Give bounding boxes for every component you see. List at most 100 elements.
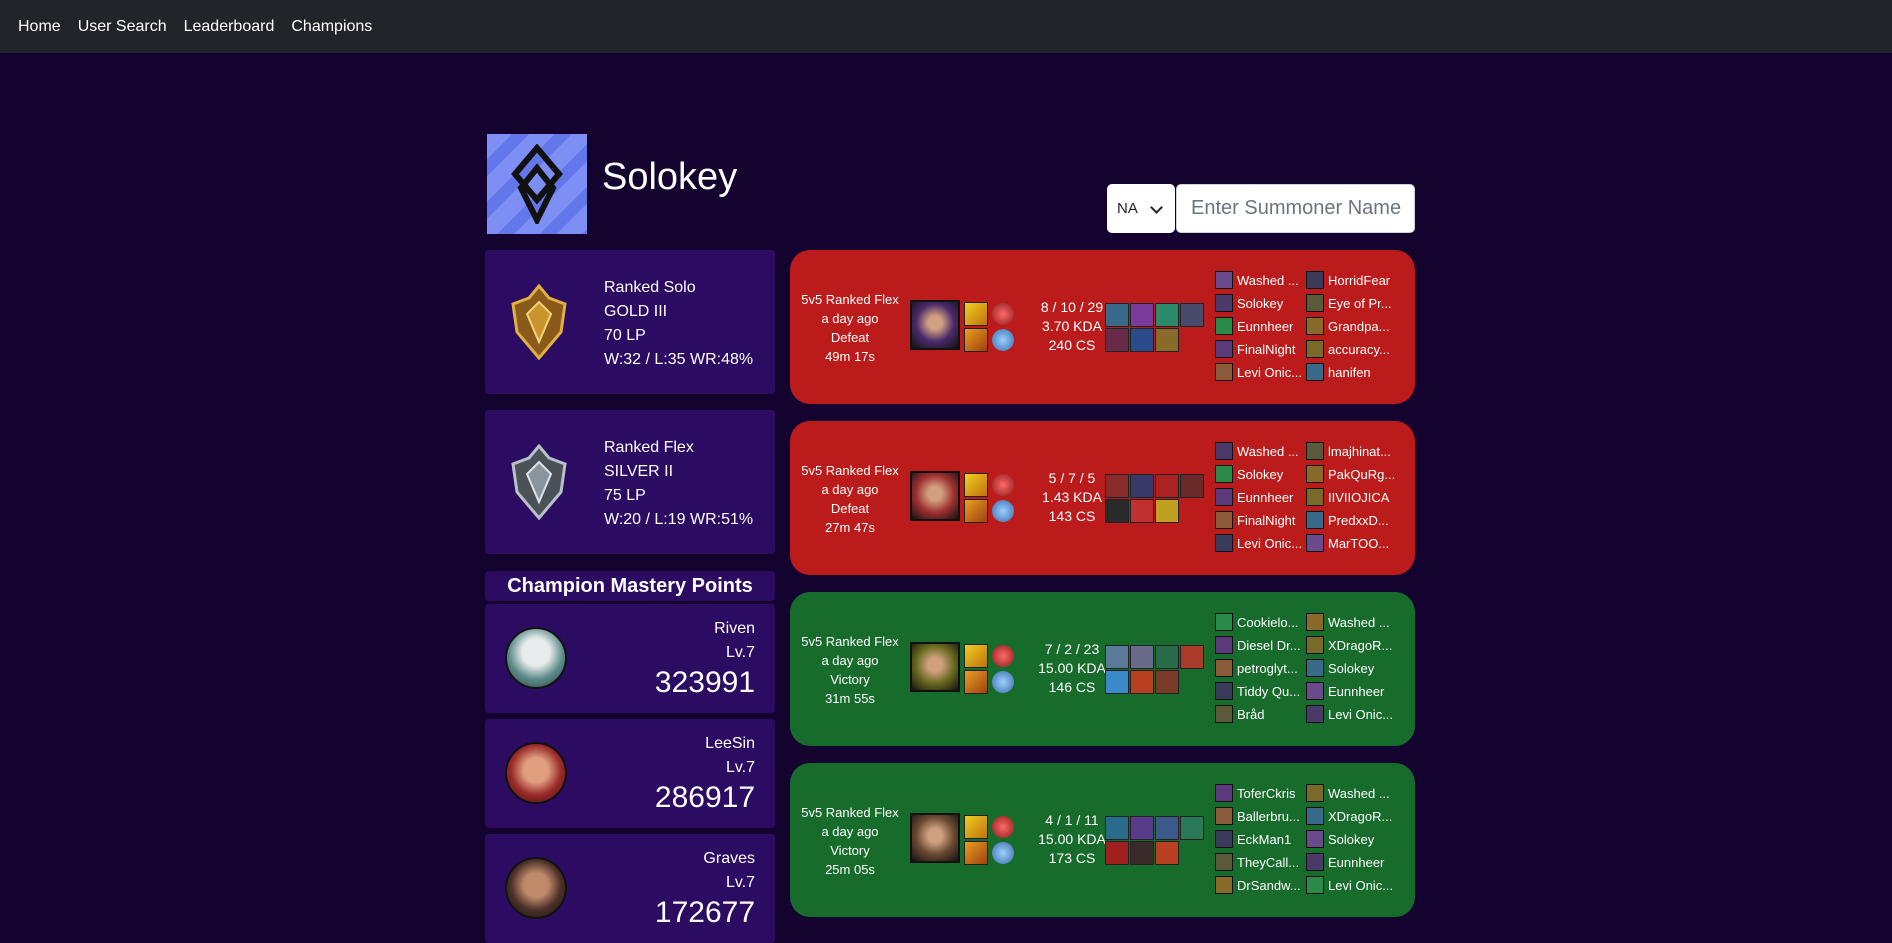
player-entry[interactable]: accuracy... — [1306, 339, 1394, 359]
player-champion-icon — [1215, 511, 1233, 529]
nav-home[interactable]: Home — [18, 18, 61, 36]
champion-icon — [910, 300, 960, 350]
player-entry[interactable]: XDragoR... — [1306, 806, 1394, 826]
summoner-search-input[interactable] — [1176, 184, 1415, 233]
player-name: EckMan1 — [1237, 831, 1292, 847]
player-champion-icon — [1215, 294, 1233, 312]
player-entry[interactable]: Washed ... — [1215, 441, 1303, 461]
match-duration: 25m 05s — [825, 862, 875, 877]
kda-line: 5 / 7 / 5 — [1048, 470, 1096, 486]
item-icon — [1130, 841, 1154, 865]
rune-icon — [992, 671, 1014, 693]
creep-score: 146 CS — [1048, 679, 1096, 695]
player-name: PredxxD... — [1328, 512, 1389, 528]
champion-icon — [910, 813, 960, 863]
player-entry[interactable]: hanifen — [1306, 362, 1394, 382]
match-outcome: Defeat — [830, 330, 870, 345]
player-entry[interactable]: Bråd — [1215, 704, 1303, 724]
match-card[interactable]: 5v5 Ranked Flex a day ago Defeat 49m 17s 8 /… — [790, 250, 1415, 404]
player-entry[interactable]: Solokey — [1306, 829, 1394, 849]
player-entry[interactable]: HorridFear — [1306, 270, 1394, 290]
player-entry[interactable]: XDragoR... — [1306, 635, 1394, 655]
player-entry[interactable]: petroglyt... — [1215, 658, 1303, 678]
player-entry[interactable]: Eunnheer — [1215, 487, 1303, 507]
kda-line: 4 / 1 / 11 — [1045, 812, 1099, 828]
match-time: a day ago — [821, 653, 879, 668]
region-select[interactable]: NA — [1107, 184, 1175, 233]
player-champion-icon — [1306, 807, 1324, 825]
mastery-card: Riven Lv.7 323991 — [485, 604, 775, 713]
mastery-points: 323991 — [654, 666, 755, 699]
player-entry[interactable]: ToferCkris — [1215, 783, 1303, 803]
nav-leaderboard[interactable]: Leaderboard — [184, 18, 275, 36]
nav-champions[interactable]: Champions — [291, 18, 372, 36]
player-entry[interactable]: Levi Onic... — [1215, 362, 1303, 382]
item-icon — [1105, 816, 1129, 840]
item-icon — [1180, 303, 1204, 327]
player-entry[interactable]: Eunnheer — [1306, 852, 1394, 872]
match-duration: 49m 17s — [825, 349, 875, 364]
item-icon — [1155, 645, 1179, 669]
player-entry[interactable]: Levi Onic... — [1215, 533, 1303, 553]
player-name: Levi Onic... — [1328, 706, 1394, 722]
player-champion-icon — [1215, 853, 1233, 871]
player-name: FinalNight — [1237, 341, 1296, 357]
player-entry[interactable]: Tiddy Qu... — [1215, 681, 1303, 701]
player-entry[interactable]: Washed ... — [1306, 783, 1394, 803]
item-icon — [1130, 303, 1154, 327]
player-entry[interactable]: Eunnheer — [1306, 681, 1394, 701]
player-entry[interactable]: PredxxD... — [1306, 510, 1394, 530]
player-entry[interactable]: Levi Onic... — [1306, 875, 1394, 895]
ranked-flex-card: Ranked Flex SILVER II 75 LP W:20 / L:19 … — [485, 410, 775, 554]
player-entry[interactable]: TheyCall... — [1215, 852, 1303, 872]
champion-avatar — [505, 857, 567, 919]
player-champion-icon — [1215, 659, 1233, 677]
match-outcome: Defeat — [830, 501, 870, 516]
player-champion-icon — [1215, 488, 1233, 506]
item-icon — [1105, 670, 1129, 694]
player-entry[interactable]: MarTOO... — [1306, 533, 1394, 553]
player-champion-icon — [1306, 853, 1324, 871]
player-entry[interactable]: Levi Onic... — [1306, 704, 1394, 724]
player-name: Eunnheer — [1237, 489, 1294, 505]
player-entry[interactable]: Eye of Pr... — [1306, 293, 1394, 313]
player-entry[interactable]: Cookielo... — [1215, 612, 1303, 632]
player-name: lmajhinat... — [1328, 443, 1391, 459]
player-name: Solokey — [1237, 295, 1284, 311]
player-name: Solokey — [1328, 831, 1375, 847]
rank-tier: SILVER II — [604, 463, 674, 480]
player-entry[interactable]: lmajhinat... — [1306, 441, 1394, 461]
player-entry[interactable]: Diesel Dr... — [1215, 635, 1303, 655]
item-icon — [1155, 499, 1179, 523]
creep-score: 143 CS — [1048, 508, 1096, 524]
rank-record: W:20 / L:19 WR:51% — [604, 511, 754, 528]
nav-user-search[interactable]: User Search — [78, 18, 167, 36]
player-entry[interactable]: EckMan1 — [1215, 829, 1303, 849]
item-icon — [1130, 474, 1154, 498]
player-entry[interactable]: Solokey — [1215, 293, 1303, 313]
player-entry[interactable]: PakQuRg... — [1306, 464, 1394, 484]
player-entry[interactable]: Washed ... — [1215, 270, 1303, 290]
player-entry[interactable]: FinalNight — [1215, 339, 1303, 359]
player-entry[interactable]: Solokey — [1306, 658, 1394, 678]
player-champion-icon — [1215, 340, 1233, 358]
player-champion-icon — [1215, 807, 1233, 825]
player-entry[interactable]: Washed ... — [1306, 612, 1394, 632]
match-card[interactable]: 5v5 Ranked Flex a day ago Defeat 27m 47s 5 /… — [790, 421, 1415, 575]
player-champion-icon — [1306, 511, 1324, 529]
player-entry[interactable]: Ballerbru... — [1215, 806, 1303, 826]
match-card[interactable]: 5v5 Ranked Flex a day ago Victory 31m 55s 7 … — [790, 592, 1415, 746]
player-entry[interactable]: DrSandw... — [1215, 875, 1303, 895]
player-entry[interactable]: Grandpa... — [1306, 316, 1394, 336]
summoner-name: Solokey — [602, 156, 738, 198]
rune-icon — [992, 842, 1014, 864]
player-entry[interactable]: Eunnheer — [1215, 316, 1303, 336]
player-champion-icon — [1306, 488, 1324, 506]
item-icon — [1180, 816, 1204, 840]
match-card[interactable]: 5v5 Ranked Flex a day ago Victory 25m 05s 4 … — [790, 763, 1415, 917]
item-icon — [1130, 670, 1154, 694]
player-entry[interactable]: IIVIIOJICA — [1306, 487, 1394, 507]
player-entry[interactable]: Solokey — [1215, 464, 1303, 484]
player-entry[interactable]: FinalNight — [1215, 510, 1303, 530]
match-info: 5v5 Ranked Flex a day ago Victory 25m 05s — [800, 803, 900, 879]
